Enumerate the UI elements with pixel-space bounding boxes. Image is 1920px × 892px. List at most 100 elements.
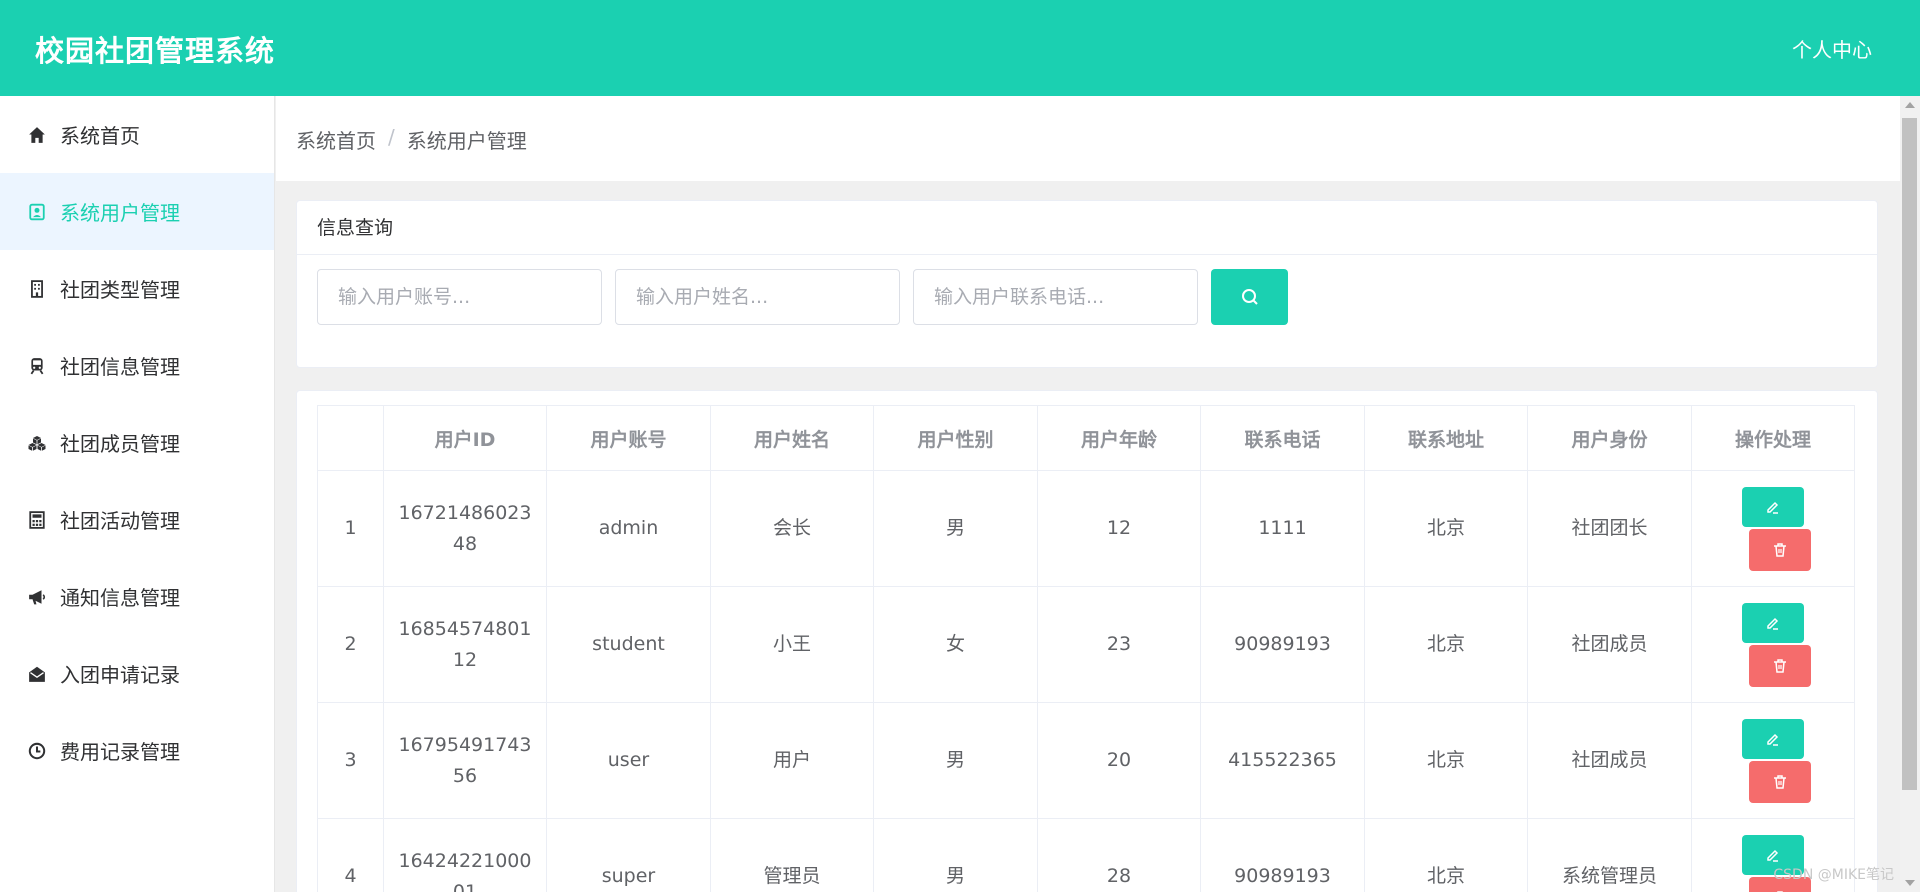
search-card-title: 信息查询 [297, 201, 1877, 255]
envelope-open-icon [26, 663, 48, 685]
cell-index: 3 [317, 702, 384, 819]
table-row: 2 1685457480112 student 小王 女 23 90989193… [317, 586, 1855, 703]
cell-age: 20 [1037, 702, 1201, 819]
cell-user-id: 1679549174356 [383, 702, 547, 819]
trash-icon [1771, 773, 1789, 791]
cell-name: 会长 [710, 470, 874, 587]
sidebar-item-label: 系统用户管理 [60, 201, 180, 225]
column-header-name: 用户姓名 [710, 405, 874, 471]
train-icon [26, 355, 48, 377]
cell-address: 北京 [1364, 470, 1528, 587]
table-row: 1 1672148602348 admin 会长 男 12 1111 北京 社团… [317, 470, 1855, 587]
calculator-icon [26, 509, 48, 531]
cell-user-id: 1672148602348 [383, 470, 547, 587]
cell-account: user [546, 702, 711, 819]
clock-icon [26, 740, 48, 762]
sidebar: 系统首页 系统用户管理 社团类型管理 社团信息管理 社团成员管理 社团活动管理 [0, 96, 275, 892]
cell-gender: 男 [873, 818, 1038, 892]
cell-index: 2 [317, 586, 384, 703]
edit-button[interactable] [1742, 603, 1804, 643]
search-button[interactable] [1211, 269, 1288, 325]
delete-button[interactable] [1749, 529, 1811, 571]
cell-account: student [546, 586, 711, 703]
breadcrumb-separator: / [388, 125, 395, 149]
cell-role: 社团团长 [1527, 470, 1692, 587]
sidebar-item-club-members[interactable]: 社团成员管理 [0, 404, 274, 481]
app-title: 校园社团管理系统 [35, 34, 276, 68]
page-scrollbar[interactable] [1900, 96, 1920, 892]
breadcrumb-bar: 系统首页 / 系统用户管理 [276, 96, 1900, 181]
edit-icon [1764, 730, 1782, 748]
scroll-up-arrow[interactable] [1905, 102, 1915, 108]
breadcrumb-home[interactable]: 系统首页 [296, 125, 376, 154]
cell-name: 小王 [710, 586, 874, 703]
column-header-account: 用户账号 [546, 405, 711, 471]
cell-user-id: 1685457480112 [383, 586, 547, 703]
edit-icon [1764, 498, 1782, 516]
cell-gender: 男 [873, 702, 1038, 819]
user-card-icon [26, 201, 48, 223]
cell-phone: 415522365 [1200, 702, 1365, 819]
sidebar-item-club-type[interactable]: 社团类型管理 [0, 250, 274, 327]
breadcrumb: 系统首页 / 系统用户管理 [296, 125, 527, 154]
sidebar-item-label: 入团申请记录 [60, 663, 180, 687]
delete-button[interactable] [1749, 645, 1811, 687]
column-header-user-id: 用户ID [383, 405, 547, 471]
name-search-input[interactable] [615, 269, 900, 325]
edit-icon [1764, 846, 1782, 864]
edit-button[interactable] [1742, 487, 1804, 527]
cell-age: 28 [1037, 818, 1201, 892]
cell-user-id: 1642422100001 [383, 818, 547, 892]
column-header-phone: 联系电话 [1200, 405, 1365, 471]
account-search-input[interactable] [317, 269, 602, 325]
sidebar-item-user-management[interactable]: 系统用户管理 [0, 173, 274, 250]
cell-name: 用户 [710, 702, 874, 819]
sidebar-item-label: 系统首页 [60, 124, 140, 148]
cell-actions [1691, 586, 1855, 703]
user-table: 用户ID 用户账号 用户姓名 用户性别 用户年龄 联系电话 联系地址 用户身份 … [317, 405, 1855, 892]
cell-role: 系统管理员 [1527, 818, 1692, 892]
delete-button[interactable] [1749, 761, 1811, 803]
cell-index: 4 [317, 818, 384, 892]
column-header-actions: 操作处理 [1691, 405, 1855, 471]
edit-icon [1764, 614, 1782, 632]
top-header: 校园社团管理系统 个人中心 [0, 0, 1920, 96]
table-row: 4 1642422100001 super 管理员 男 28 90989193 … [317, 818, 1855, 892]
cell-account: super [546, 818, 711, 892]
cubes-icon [26, 432, 48, 454]
sidebar-item-label: 社团类型管理 [60, 278, 180, 302]
cell-gender: 女 [873, 586, 1038, 703]
user-center-link[interactable]: 个人中心 [1792, 34, 1872, 63]
breadcrumb-current: 系统用户管理 [406, 129, 527, 153]
watermark: CSDN @MIKE笔记 [1773, 867, 1894, 883]
cell-index: 1 [317, 470, 384, 587]
sidebar-item-home[interactable]: 系统首页 [0, 96, 274, 173]
table-card: 用户ID 用户账号 用户姓名 用户性别 用户年龄 联系电话 联系地址 用户身份 … [296, 390, 1878, 892]
sidebar-item-label: 社团成员管理 [60, 432, 180, 456]
cell-actions [1691, 702, 1855, 819]
trash-icon [1771, 657, 1789, 675]
bullhorn-icon [26, 586, 48, 608]
cell-age: 12 [1037, 470, 1201, 587]
search-card: 信息查询 [296, 200, 1878, 368]
column-header-index [317, 405, 384, 471]
cell-role: 社团成员 [1527, 586, 1692, 703]
scroll-thumb[interactable] [1902, 118, 1917, 790]
sidebar-item-club-info[interactable]: 社团信息管理 [0, 327, 274, 404]
cell-address: 北京 [1364, 702, 1528, 819]
scroll-down-arrow[interactable] [1905, 880, 1915, 886]
cell-role: 社团成员 [1527, 702, 1692, 819]
column-header-age: 用户年龄 [1037, 405, 1201, 471]
sidebar-item-fee-records[interactable]: 费用记录管理 [0, 712, 274, 789]
cell-phone: 90989193 [1200, 818, 1365, 892]
sidebar-item-club-activities[interactable]: 社团活动管理 [0, 481, 274, 558]
sidebar-item-join-requests[interactable]: 入团申请记录 [0, 635, 274, 712]
table-row: 3 1679549174356 user 用户 男 20 415522365 北… [317, 702, 1855, 819]
cell-account: admin [546, 470, 711, 587]
building-icon [26, 278, 48, 300]
phone-search-input[interactable] [913, 269, 1198, 325]
edit-button[interactable] [1742, 719, 1804, 759]
cell-phone: 1111 [1200, 470, 1365, 587]
sidebar-item-notifications[interactable]: 通知信息管理 [0, 558, 274, 635]
cell-address: 北京 [1364, 586, 1528, 703]
